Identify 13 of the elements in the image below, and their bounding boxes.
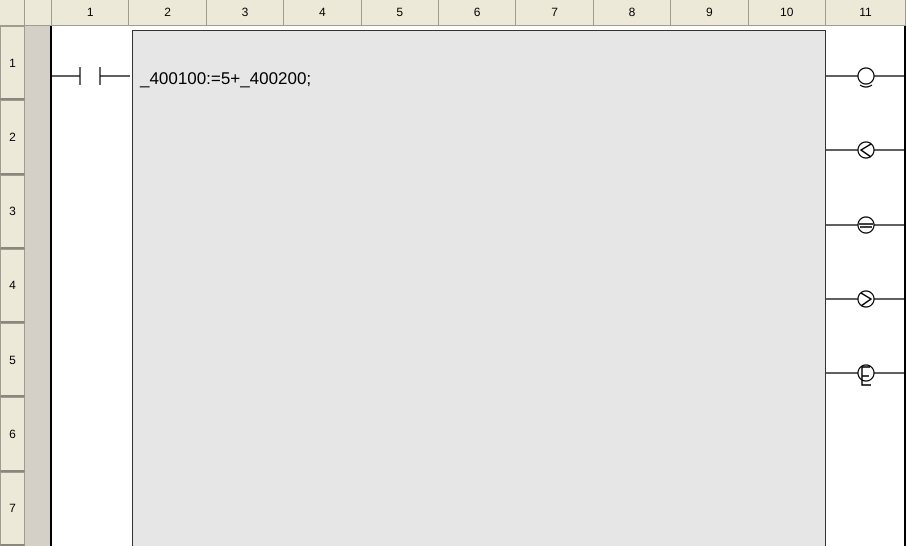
row-header[interactable]: 3 xyxy=(0,174,25,249)
column-header[interactable]: 5 xyxy=(362,0,439,25)
column-header[interactable]: 10 xyxy=(748,0,826,25)
function-block[interactable]: _400100:=5+_400200; xyxy=(132,30,826,546)
row-header[interactable]: 2 xyxy=(0,100,25,175)
row-header[interactable]: 7 xyxy=(0,472,25,546)
function-block-text: _400100:=5+_400200; xyxy=(140,68,312,90)
column-header[interactable]: 8 xyxy=(594,0,672,25)
row-header[interactable]: 4 xyxy=(0,248,25,324)
row-header[interactable]: 1 xyxy=(0,26,25,100)
row-header[interactable]: 6 xyxy=(0,397,25,472)
row-header[interactable]: 5 xyxy=(0,323,25,398)
contact-icon[interactable] xyxy=(52,66,130,86)
